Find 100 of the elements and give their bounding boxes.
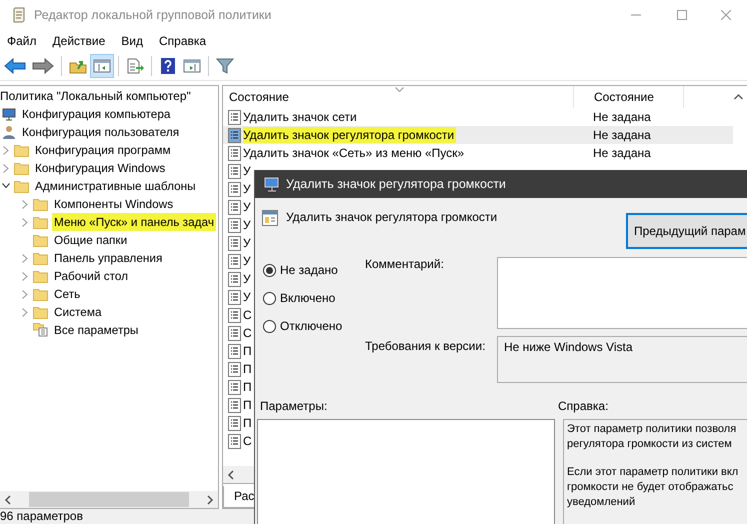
settings-list-icon — [33, 323, 48, 337]
policy-name: У — [243, 253, 251, 269]
policy-icon[interactable] — [228, 164, 241, 178]
tree-item[interactable]: Конфигурация Windows — [33, 159, 168, 177]
tree-item[interactable]: Административные шаблоны — [33, 177, 198, 195]
scroll-right-icon[interactable] — [206, 494, 214, 504]
policy-name: Удалить значок регулятора громкости — [243, 127, 456, 143]
console-tree-icon[interactable] — [93, 58, 111, 74]
policy-icon[interactable] — [228, 236, 241, 250]
policy-name: П — [243, 397, 252, 413]
policy-name: П — [243, 379, 252, 395]
policy-icon[interactable] — [228, 434, 241, 448]
radio-label[interactable]: Отключено — [280, 319, 342, 333]
collapsed-chevron-icon[interactable] — [22, 218, 28, 226]
policy-icon[interactable] — [228, 380, 241, 394]
policy-icon[interactable] — [228, 362, 241, 376]
tree-item[interactable]: Система — [52, 303, 104, 321]
scroll-icon — [12, 7, 26, 23]
policy-icon[interactable] — [228, 326, 241, 340]
filter-icon[interactable] — [216, 58, 234, 74]
policy-icon[interactable] — [228, 308, 241, 322]
menu-item[interactable]: Справка — [151, 34, 214, 48]
tree-item[interactable]: Рабочий стол — [52, 267, 130, 285]
tree-item[interactable]: Конфигурация программ — [33, 141, 173, 159]
policy-icon[interactable] — [228, 254, 241, 268]
tree-item[interactable]: Меню «Пуск» и панель задач — [52, 213, 216, 231]
computer-icon — [2, 108, 16, 120]
help-paragraph: Этот параметр политики позволя регулятора громкости из систем — [567, 422, 738, 452]
collapsed-chevron-icon[interactable] — [22, 254, 28, 262]
folder-up-icon[interactable] — [69, 58, 87, 74]
policy-name: Удалить значок сети — [243, 109, 357, 125]
radio-label[interactable]: Включено — [280, 291, 336, 305]
menu-item[interactable]: Файл — [0, 34, 45, 48]
selected-policy-icon[interactable] — [228, 128, 241, 142]
policy-icon[interactable] — [228, 218, 241, 232]
back-arrow-icon[interactable] — [4, 58, 26, 74]
policy-icon[interactable] — [228, 290, 241, 304]
tree-root[interactable]: Политика "Локальный компьютер" — [0, 87, 218, 105]
policy-icon[interactable] — [228, 110, 241, 124]
help-icon[interactable] — [160, 57, 176, 75]
help-label: Справка: — [558, 399, 608, 413]
collapsed-chevron-icon[interactable] — [3, 146, 9, 154]
policy-name: У — [243, 235, 251, 251]
comment-label: Комментарий: — [365, 257, 445, 273]
policy-name: У — [243, 199, 251, 215]
collapsed-chevron-icon[interactable] — [3, 164, 9, 172]
collapsed-chevron-icon[interactable] — [22, 272, 28, 280]
radio-button[interactable] — [263, 292, 276, 304]
minimize-icon[interactable] — [631, 14, 641, 16]
folder-icon — [33, 234, 48, 246]
previous-setting-button[interactable]: Предыдущий парам — [626, 213, 747, 249]
policy-name: У — [243, 163, 251, 179]
tree-item[interactable]: Конфигурация компьютера — [20, 105, 172, 123]
console-tree-button[interactable] — [90, 54, 114, 78]
policy-name: С — [243, 307, 252, 323]
policy-icon[interactable] — [228, 398, 241, 412]
menu-item[interactable]: Действие — [44, 34, 114, 48]
policy-icon[interactable] — [228, 272, 241, 286]
menu-item[interactable]: Вид — [113, 34, 151, 48]
tree-item[interactable]: Общие папки — [52, 231, 130, 249]
user-icon — [2, 125, 16, 139]
collapsed-chevron-icon[interactable] — [22, 290, 28, 298]
close-icon[interactable] — [721, 10, 731, 20]
export-list-icon[interactable] — [126, 58, 144, 74]
policy-name: П — [243, 343, 252, 359]
radio-label[interactable]: Не задано — [280, 263, 338, 277]
action-pane-icon[interactable] — [183, 58, 201, 74]
collapsed-chevron-icon[interactable] — [22, 200, 28, 208]
policy-icon[interactable] — [228, 200, 241, 214]
policy-name: С — [243, 325, 252, 341]
policy-window-icon — [262, 210, 278, 226]
scroll-up-icon[interactable] — [734, 94, 743, 100]
folder-icon — [33, 270, 48, 282]
scroll-left-icon[interactable] — [227, 470, 235, 480]
column-header[interactable]: Состояние — [223, 86, 574, 108]
maximize-icon[interactable] — [677, 10, 687, 20]
scroll-left-icon[interactable] — [4, 494, 12, 504]
folder-icon — [14, 180, 29, 192]
radio-button[interactable] — [263, 320, 276, 332]
policy-icon[interactable] — [228, 182, 241, 196]
policy-name: П — [243, 361, 252, 377]
radio-button[interactable] — [263, 264, 276, 276]
comment-field[interactable] — [497, 257, 747, 329]
policy-icon[interactable] — [228, 344, 241, 358]
policy-icon[interactable] — [228, 416, 241, 430]
folder-icon — [14, 144, 29, 156]
folder-icon — [33, 216, 48, 228]
policy-name: У — [243, 289, 251, 305]
tree-item[interactable]: Все параметры — [52, 321, 140, 339]
tree-item[interactable]: Компоненты Windows — [52, 195, 176, 213]
tree-item[interactable]: Панель управления — [52, 249, 164, 267]
collapsed-chevron-icon[interactable] — [22, 308, 28, 316]
column-header[interactable]: Состояние — [574, 86, 684, 108]
folder-icon — [33, 306, 48, 318]
tree-item[interactable]: Конфигурация пользователя — [20, 123, 182, 141]
tree-item[interactable]: Сеть — [52, 285, 82, 303]
policy-icon[interactable] — [228, 146, 241, 160]
expanded-chevron-icon[interactable] — [2, 183, 10, 189]
forward-arrow-icon[interactable] — [32, 58, 54, 74]
scrollbar-thumb[interactable] — [29, 492, 189, 507]
